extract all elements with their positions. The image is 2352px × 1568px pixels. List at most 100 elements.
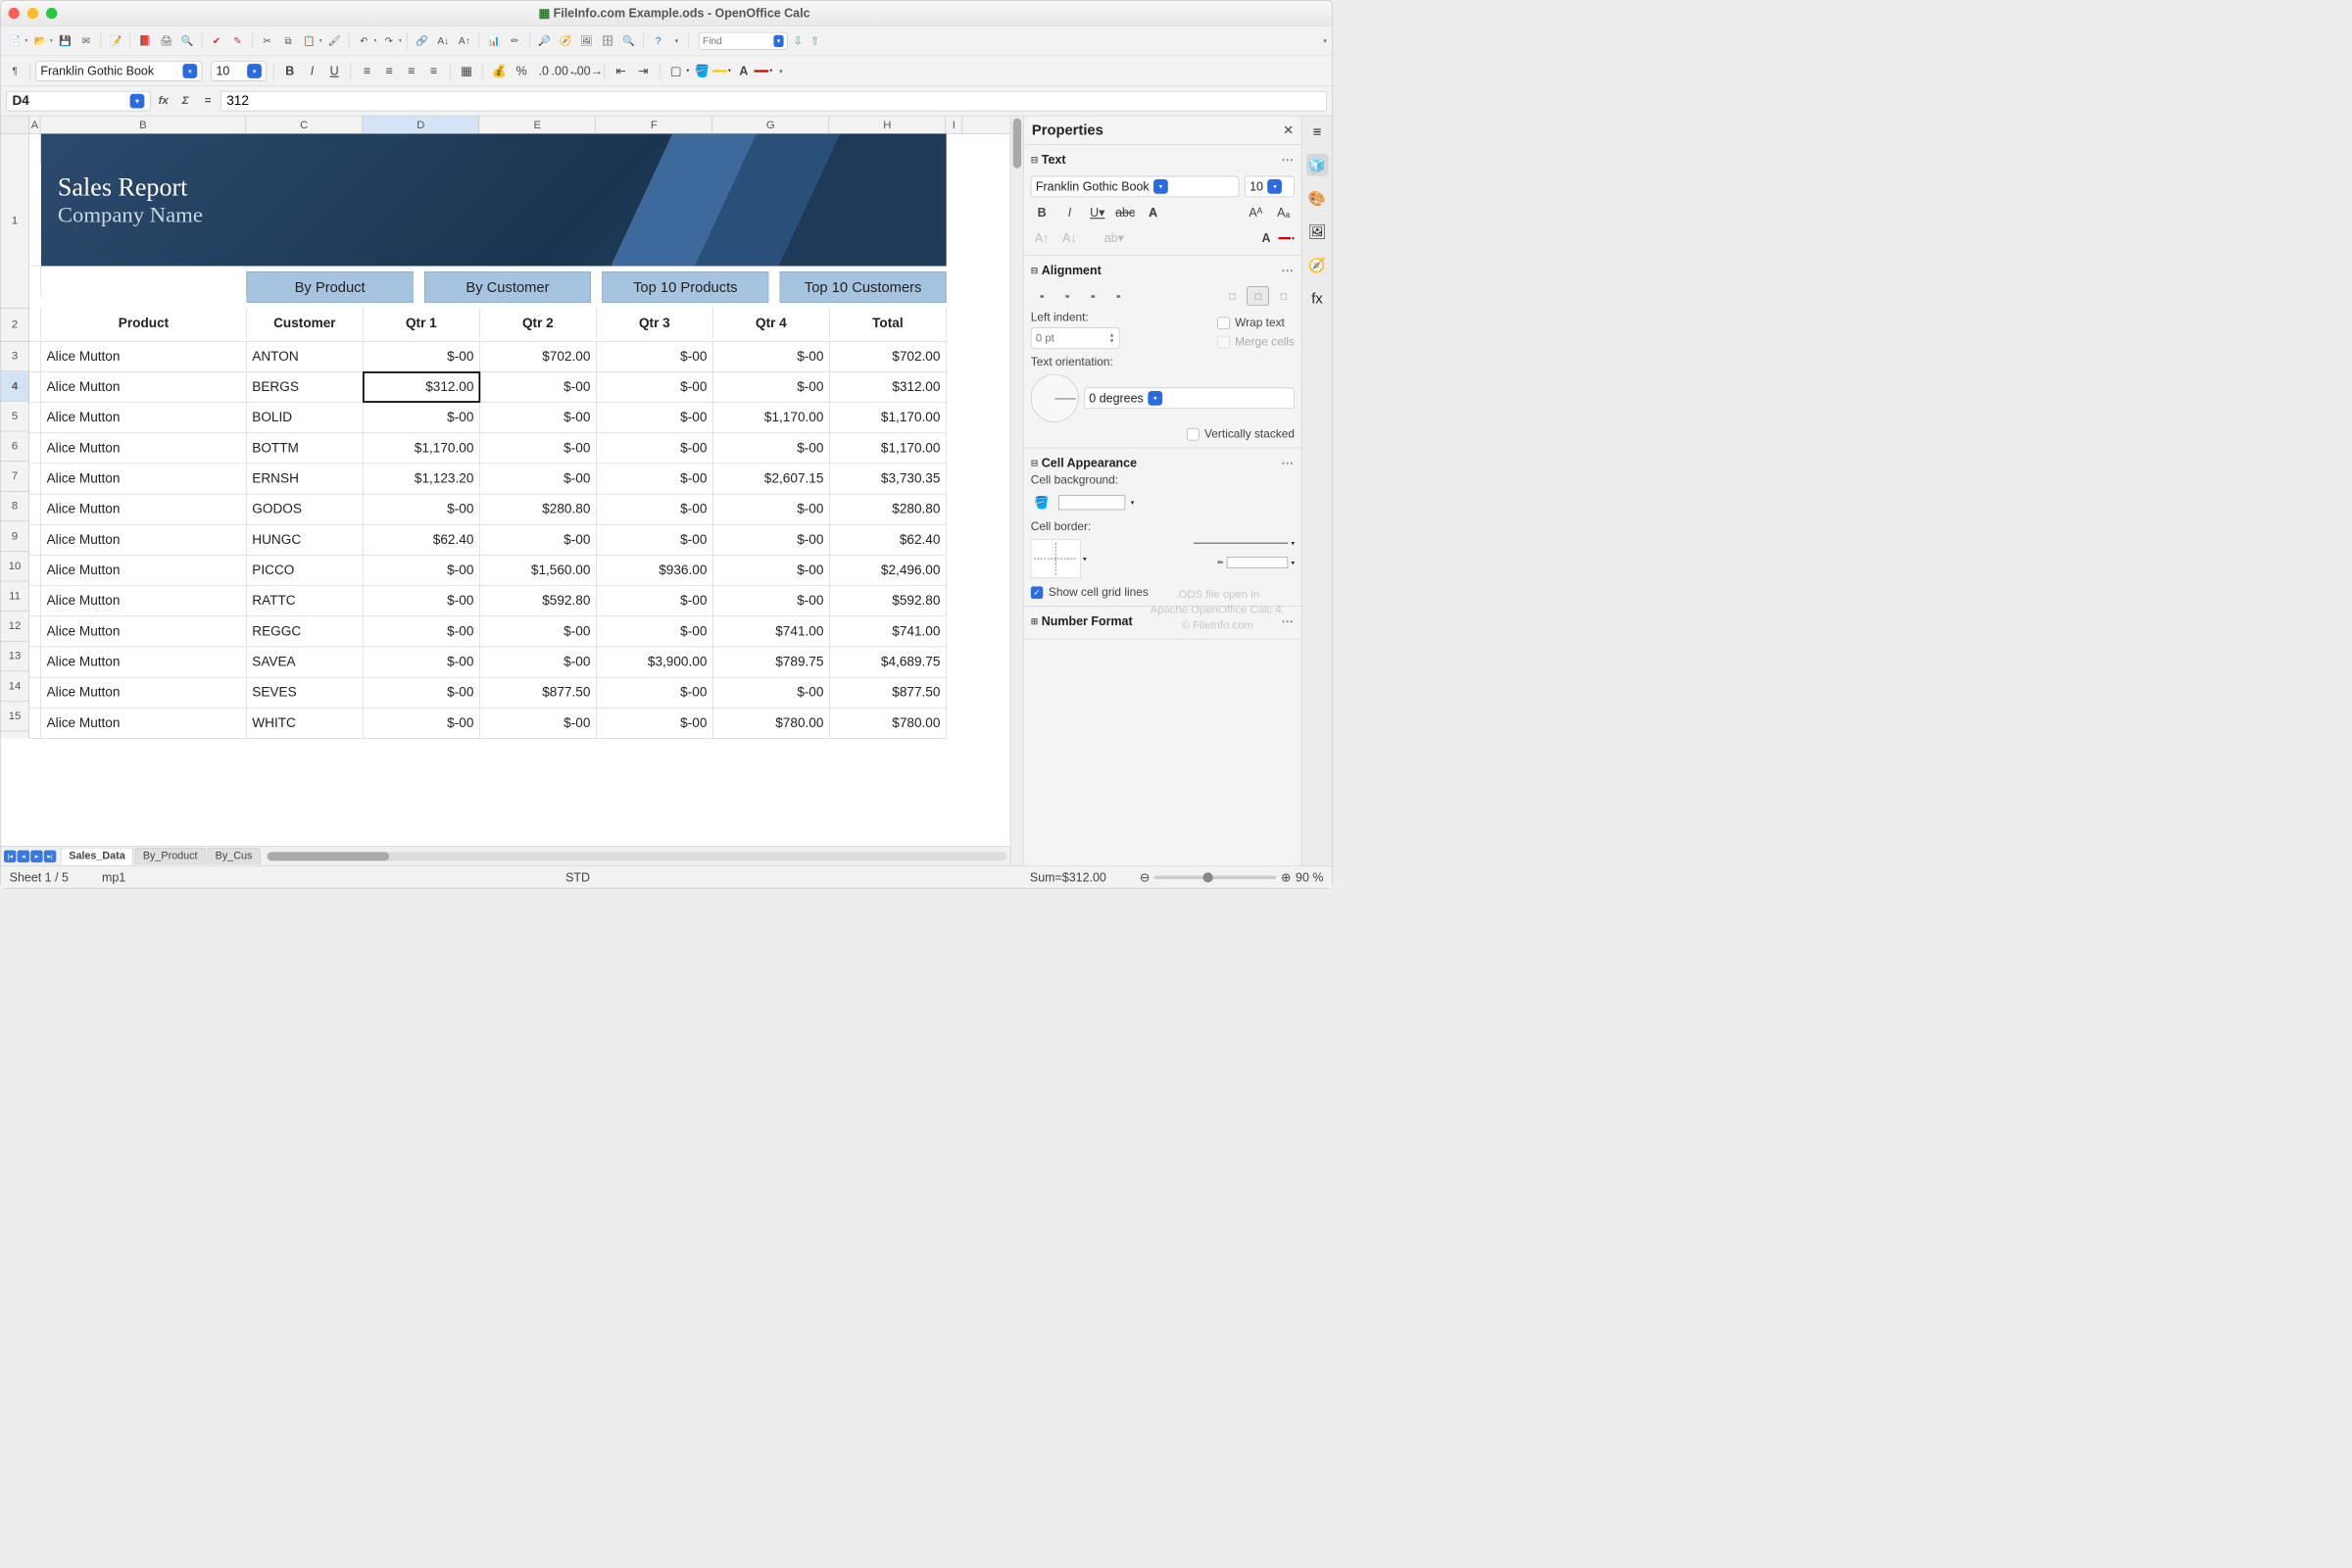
orientation-dial[interactable] — [1031, 374, 1079, 422]
collapse-icon[interactable]: ⊟ — [1031, 265, 1039, 275]
bold-button[interactable]: B — [280, 62, 299, 80]
spreadsheet-area[interactable]: ABCDEFGHI 123456789101112131415 Sales Re… — [1, 116, 1010, 865]
cell[interactable]: $312.00 — [830, 372, 947, 403]
border-line-color-button[interactable]: ✏▾ — [1217, 557, 1295, 567]
open-button[interactable]: 📂▾ — [31, 32, 53, 50]
borders-button[interactable]: ▢▾ — [666, 62, 689, 80]
row-header[interactable]: 14 — [1, 671, 29, 702]
cell[interactable]: SEVES — [247, 677, 364, 708]
cell[interactable]: $780.00 — [830, 709, 947, 739]
cell[interactable]: $1,170.00 — [830, 433, 947, 464]
cell[interactable]: BOLID — [247, 403, 364, 433]
navigator-button[interactable]: 🧭 — [557, 32, 574, 50]
cell[interactable]: $-00 — [713, 677, 830, 708]
zoom-in-button[interactable]: ⊕ — [1281, 870, 1291, 885]
cell[interactable]: $-00 — [597, 372, 713, 403]
cell[interactable]: $-00 — [597, 616, 713, 647]
row-header[interactable]: 12 — [1, 612, 29, 642]
cell[interactable]: Alice Mutton — [41, 372, 247, 403]
cell[interactable]: $-00 — [597, 586, 713, 616]
cell[interactable]: $-00 — [597, 433, 713, 464]
remove-decimal-button[interactable]: .00→ — [579, 62, 598, 80]
find-input[interactable] — [703, 35, 771, 47]
cell[interactable]: $-00 — [597, 525, 713, 556]
border-preset-button[interactable] — [1031, 539, 1081, 578]
merge-cells-checkbox[interactable] — [1217, 336, 1229, 348]
show-draw-button[interactable]: ✏ — [506, 32, 523, 50]
tab-prev-button[interactable]: ◂ — [18, 850, 29, 861]
cell[interactable]: $-00 — [713, 433, 830, 464]
row-header[interactable]: 2 — [1, 309, 29, 342]
column-header[interactable]: F — [596, 116, 712, 133]
cell[interactable]: $2,607.15 — [713, 464, 830, 494]
cell[interactable]: Alice Mutton — [41, 494, 247, 524]
cell[interactable]: Alice Mutton — [41, 525, 247, 556]
sb-shrink-button[interactable]: A↓ — [1058, 228, 1081, 248]
close-window-button[interactable] — [9, 8, 20, 19]
cell[interactable]: $1,170.00 — [713, 403, 830, 433]
add-decimal-button[interactable]: .00← — [557, 62, 575, 80]
styles-button[interactable]: ¶ — [6, 62, 24, 79]
copy-button[interactable]: ⧉ — [279, 32, 297, 50]
cell[interactable]: $280.80 — [480, 494, 597, 524]
sheet-tab[interactable]: By_Product — [134, 848, 206, 865]
table-header-cell[interactable]: Qtr 2 — [480, 309, 597, 339]
sb-highlight-button[interactable]: ab▾ — [1102, 228, 1125, 248]
cell-reference-box[interactable]: D4 ▾ — [6, 91, 150, 111]
cell[interactable]: $592.80 — [830, 586, 947, 616]
sb-italic-button[interactable]: I — [1058, 203, 1081, 222]
row-header[interactable]: 6 — [1, 431, 29, 462]
sb-grow-button[interactable]: A↑ — [1031, 228, 1054, 248]
cell[interactable]: PICCO — [247, 556, 364, 586]
print-preview-button[interactable]: 🔍 — [178, 32, 196, 50]
cell[interactable]: Alice Mutton — [41, 403, 247, 433]
sb-super-button[interactable]: Aᴬ — [1245, 203, 1267, 222]
cell[interactable]: $-00 — [364, 494, 480, 524]
border-line-style-button[interactable]: ▾ — [1194, 539, 1295, 547]
cell[interactable]: $-00 — [480, 403, 597, 433]
sb-sub-button[interactable]: Aₐ — [1272, 203, 1295, 222]
find-replace-button[interactable]: 🔎 — [535, 32, 553, 50]
cell-reference-dropdown-icon[interactable]: ▾ — [130, 93, 145, 108]
halign-center-button[interactable]: ≡ — [1056, 286, 1079, 305]
sheet-tab[interactable]: By_Cus — [207, 848, 261, 865]
align-justify-button[interactable]: ≡ — [424, 62, 443, 80]
vstack-checkbox[interactable] — [1187, 428, 1199, 440]
valign-middle-button[interactable]: ⬚ — [1247, 286, 1269, 305]
paste-button[interactable]: 📋▾ — [301, 32, 322, 50]
cell[interactable]: $1,123.20 — [364, 464, 480, 494]
align-left-button[interactable]: ≡ — [358, 62, 376, 80]
cell[interactable]: $1,170.00 — [364, 433, 480, 464]
cell[interactable]: $-00 — [364, 616, 480, 647]
sidebar-close-button[interactable]: ✕ — [1283, 123, 1293, 138]
section-menu-icon[interactable]: ⋯ — [1281, 456, 1295, 470]
sidebar-properties-tab[interactable]: 🧊 — [1306, 154, 1329, 176]
export-pdf-button[interactable]: 📕 — [136, 32, 154, 50]
zoom-slider[interactable] — [1154, 875, 1277, 878]
row-header[interactable]: 1 — [1, 134, 29, 309]
cell[interactable]: $62.40 — [364, 525, 480, 556]
increase-indent-button[interactable]: ⇥ — [634, 62, 653, 80]
cell[interactable]: $780.00 — [713, 709, 830, 739]
cell[interactable]: $-00 — [364, 586, 480, 616]
format-paintbrush-button[interactable]: 🖌 — [325, 32, 343, 50]
cell[interactable]: Alice Mutton — [41, 433, 247, 464]
percent-button[interactable]: % — [512, 62, 530, 80]
zoom-value[interactable]: 90 % — [1296, 870, 1323, 885]
cell[interactable]: WHITC — [247, 709, 364, 739]
cell[interactable]: HUNGC — [247, 525, 364, 556]
zoom-button[interactable]: 🔍 — [620, 32, 638, 50]
left-indent-spinner[interactable]: ▲▼ — [1031, 327, 1120, 349]
cell[interactable]: $-00 — [597, 464, 713, 494]
spellcheck-button[interactable]: ✔ — [208, 32, 225, 50]
cell[interactable]: $-00 — [364, 556, 480, 586]
merge-cells-button[interactable]: ▦ — [457, 62, 475, 80]
cell[interactable]: GODOS — [247, 494, 364, 524]
align-right-button[interactable]: ≡ — [402, 62, 420, 80]
selected-cell[interactable]: $312.00 — [364, 372, 480, 403]
cell[interactable]: $-00 — [480, 616, 597, 647]
cell[interactable]: $-00 — [480, 647, 597, 677]
cell[interactable]: $741.00 — [713, 616, 830, 647]
row-header[interactable]: 8 — [1, 492, 29, 522]
maximize-window-button[interactable] — [46, 8, 57, 19]
